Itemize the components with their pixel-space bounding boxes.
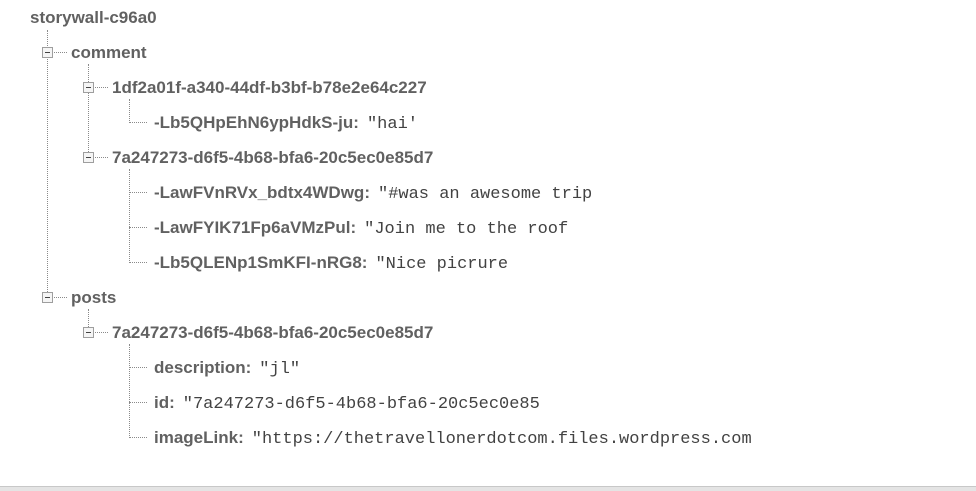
collapse-toggle-comment[interactable] bbox=[42, 47, 53, 58]
leaf-key: -LawFVnRVx_bdtx4WDwg bbox=[154, 183, 365, 202]
leaf-colon: : bbox=[169, 393, 175, 412]
node-key-comment-group-1[interactable]: 1df2a01f-a340-44df-b3bf-b78e2e64c227 bbox=[112, 78, 427, 98]
leaf-entry[interactable]: -Lb5QHpEhN6ypHdkS-ju: "hai' bbox=[154, 113, 454, 135]
panel-bottom-border bbox=[0, 486, 976, 491]
tree-connector bbox=[129, 227, 147, 228]
collapse-toggle-comment-group-1[interactable] bbox=[83, 82, 94, 93]
leaf-value: "Join me to the roof bbox=[364, 220, 569, 239]
database-root-name[interactable]: storywall-c96a0 bbox=[30, 8, 157, 28]
node-key-comment[interactable]: comment bbox=[71, 43, 147, 63]
leaf-entry[interactable]: description: "jl" bbox=[154, 358, 454, 380]
leaf-entry[interactable]: -LawFVnRVx_bdtx4WDwg: "#was an awesome tr… bbox=[154, 183, 598, 205]
leaf-value: "Nice picrure bbox=[375, 255, 509, 274]
tree-connector bbox=[129, 402, 147, 403]
node-key-posts[interactable]: posts bbox=[71, 288, 116, 308]
leaf-colon: : bbox=[238, 428, 244, 447]
tree-connector bbox=[129, 192, 147, 193]
leaf-key: imageLink bbox=[154, 428, 239, 447]
tree-connector bbox=[129, 99, 130, 123]
tree-connector bbox=[47, 30, 48, 298]
leaf-colon: : bbox=[245, 358, 252, 377]
leaf-entry[interactable]: -Lb5QLENp1SmKFI-nRG8: "Nice picrure bbox=[154, 253, 518, 275]
database-tree-view: storywall-c96a0 comment 1df2a01f-a340-44… bbox=[0, 0, 976, 491]
leaf-key: id bbox=[154, 393, 170, 412]
leaf-colon: : bbox=[353, 113, 359, 132]
leaf-value: "jl" bbox=[259, 360, 301, 379]
collapse-toggle-posts-group-1[interactable] bbox=[83, 327, 94, 338]
leaf-key: -LawFYIK71Fp6aVMzPul bbox=[154, 218, 351, 237]
tree-connector bbox=[129, 122, 147, 123]
tree-connector bbox=[129, 367, 147, 368]
node-key-comment-group-2[interactable]: 7a247273-d6f5-4b68-bfa6-20c5ec0e85d7 bbox=[112, 148, 433, 168]
leaf-key: -Lb5QHpEhN6ypHdkS-ju bbox=[154, 113, 354, 132]
tree-connector bbox=[129, 437, 147, 438]
leaf-value: "7a247273-d6f5-4b68-bfa6-20c5ec0e85 bbox=[182, 395, 540, 414]
leaf-key: description bbox=[154, 358, 246, 377]
tree-connector bbox=[129, 344, 130, 438]
leaf-colon: : bbox=[364, 183, 370, 202]
leaf-entry[interactable]: -LawFYIK71Fp6aVMzPul: "Join me to the roo… bbox=[154, 218, 579, 240]
leaf-entry[interactable]: imageLink: "https://thetravellonerdotcom.… bbox=[154, 428, 756, 450]
leaf-colon: : bbox=[350, 218, 357, 237]
leaf-value: "https://thetravellonerdotcom.files.word… bbox=[251, 430, 752, 449]
leaf-colon: : bbox=[361, 253, 368, 272]
leaf-value: "hai' bbox=[366, 115, 418, 134]
leaf-value: "#was an awesome trip bbox=[378, 185, 593, 204]
leaf-key: -Lb5QLENp1SmKFI-nRG8 bbox=[154, 253, 362, 272]
tree-connector bbox=[129, 169, 130, 263]
node-key-posts-group-1[interactable]: 7a247273-d6f5-4b68-bfa6-20c5ec0e85d7 bbox=[112, 323, 433, 343]
collapse-toggle-posts[interactable] bbox=[42, 292, 53, 303]
tree-connector bbox=[88, 64, 89, 158]
tree-connector bbox=[129, 262, 147, 263]
leaf-entry[interactable]: id: "7a247273-d6f5-4b68-bfa6-20c5ec0e85 bbox=[154, 393, 550, 415]
collapse-toggle-comment-group-2[interactable] bbox=[83, 152, 94, 163]
